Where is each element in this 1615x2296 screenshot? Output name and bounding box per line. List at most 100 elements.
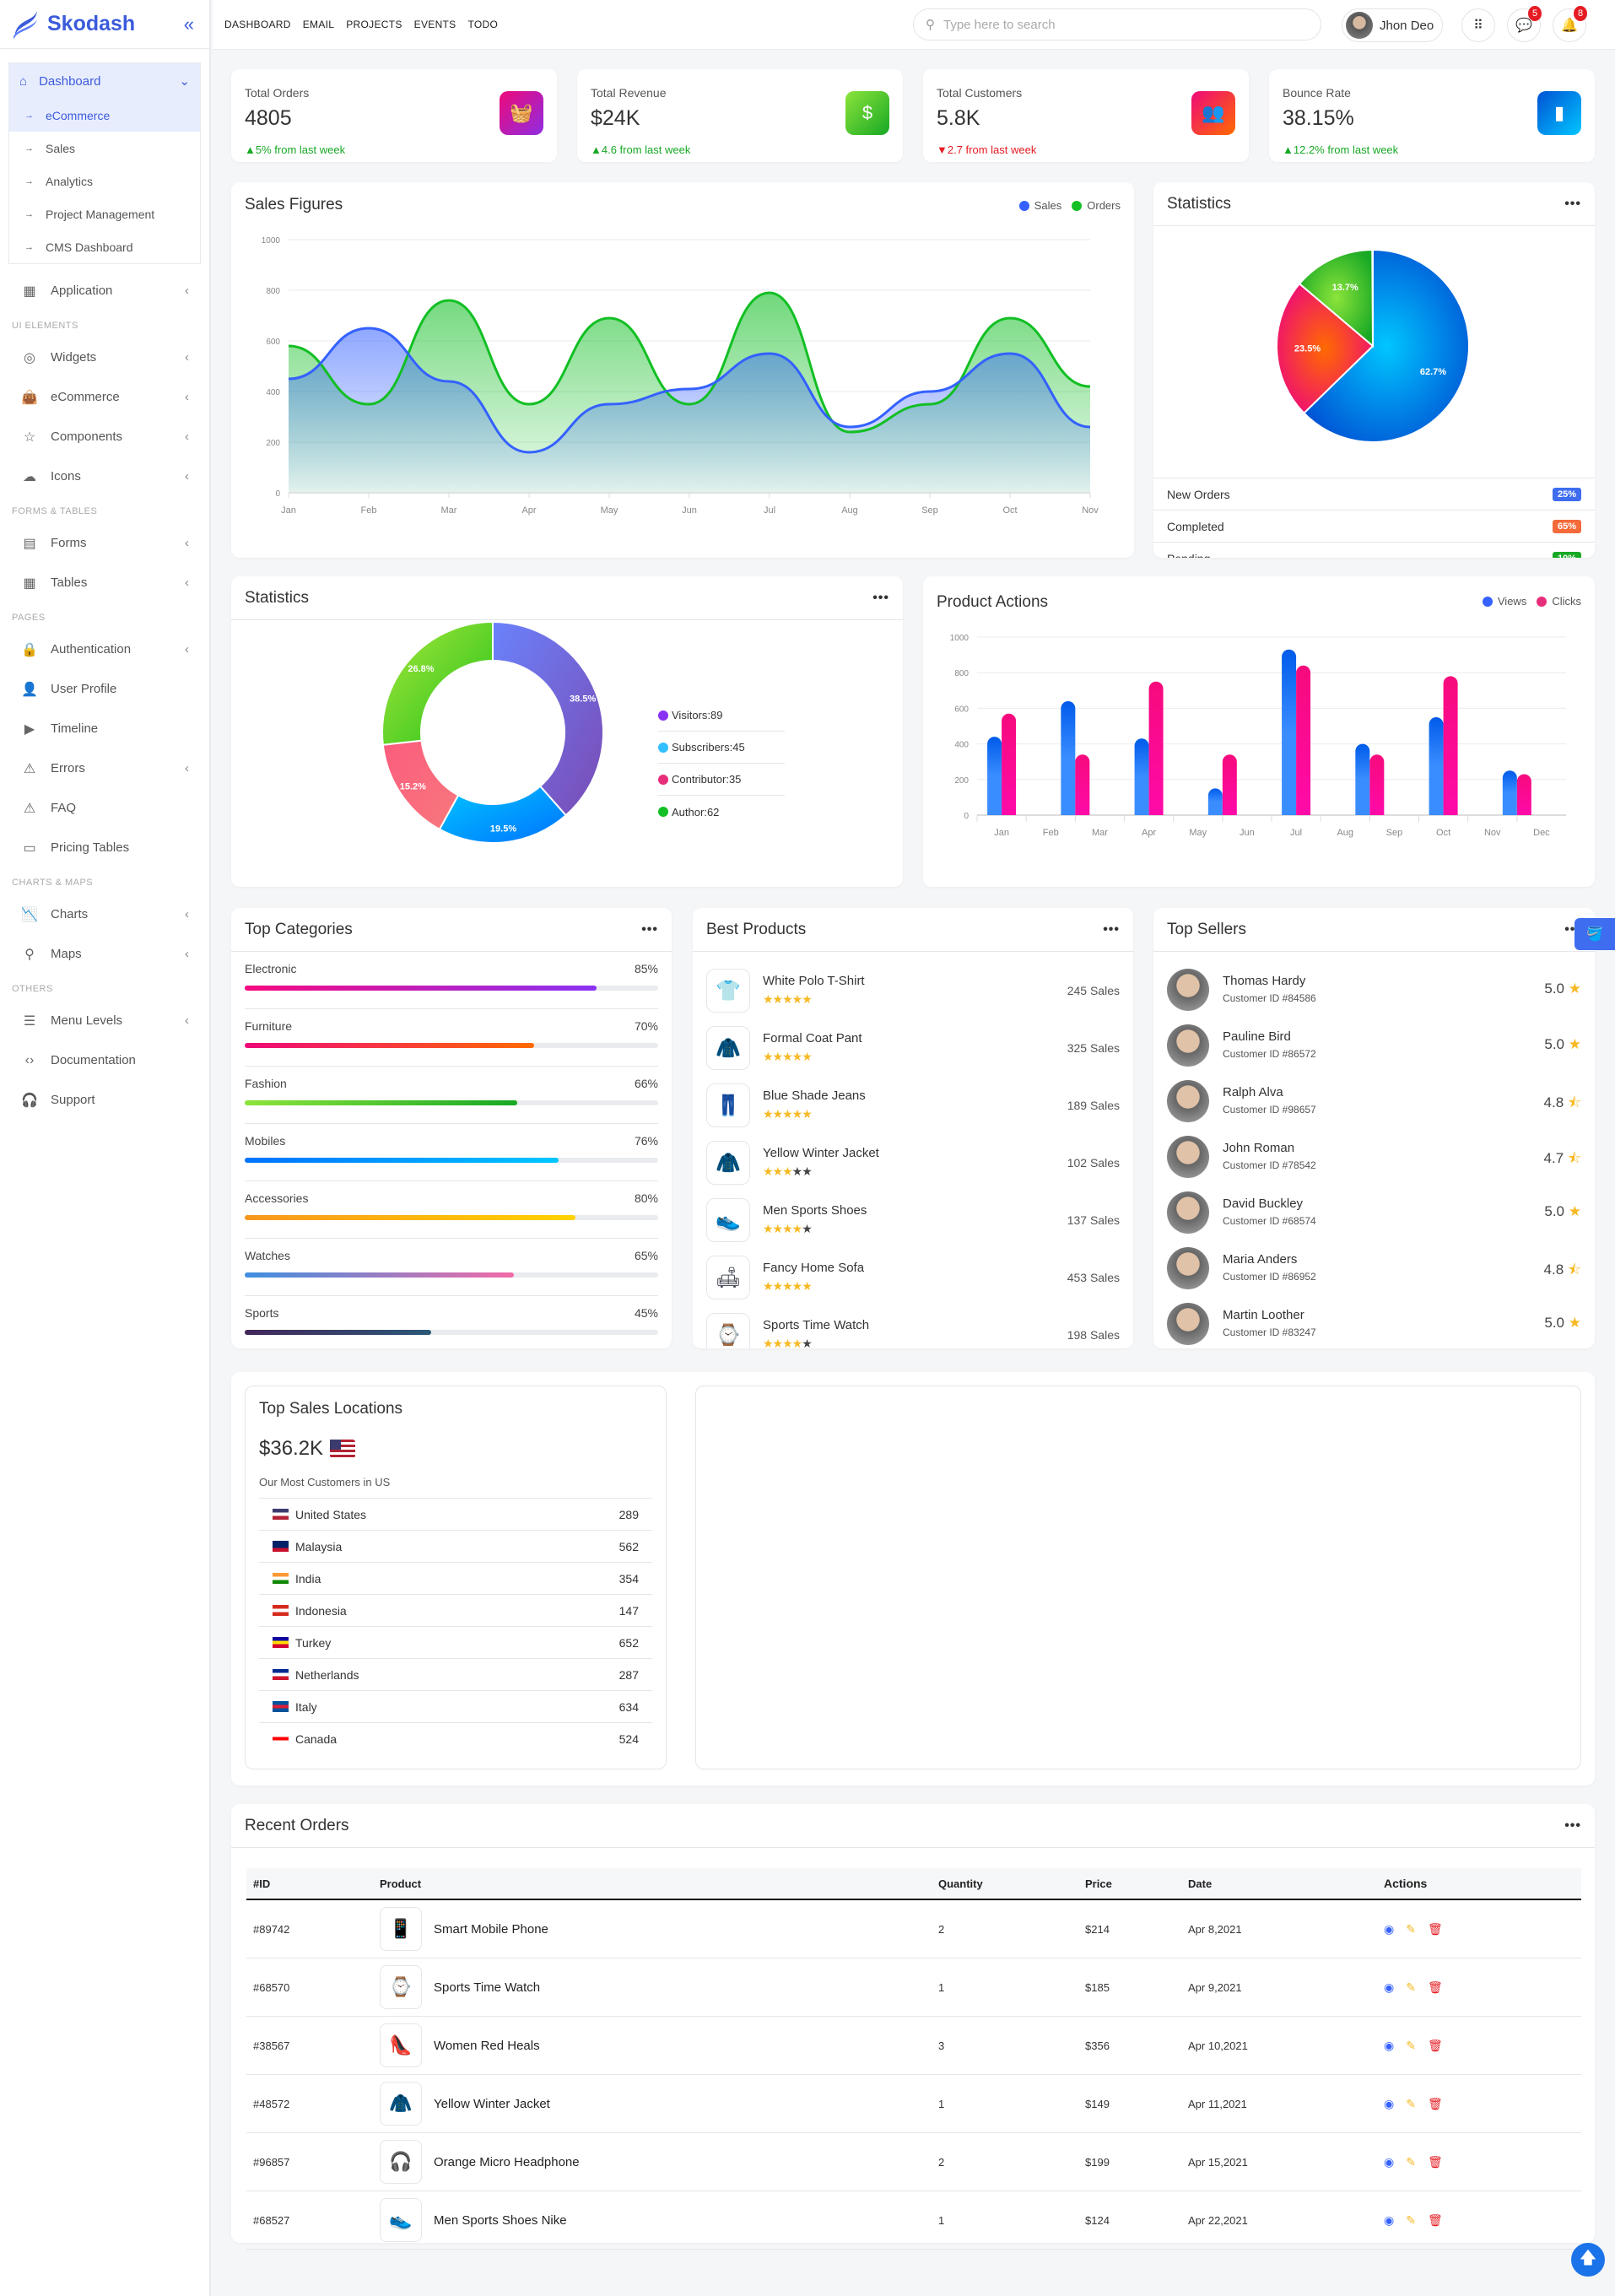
delete-icon[interactable]: 🗑 [1428, 1922, 1443, 1937]
table-icon: ▦ [23, 575, 36, 591]
seller-item[interactable]: David Buckley Customer ID #68574 5.0 ★ [1167, 1191, 1581, 1247]
sidebar-item-user-profile[interactable]: 👤 User Profile [8, 669, 201, 709]
sidebar-item-menu-levels[interactable]: ☰ Menu Levels ‹ [8, 1001, 201, 1040]
more-options-icon[interactable]: ••• [872, 591, 889, 606]
sidebar-item-documentation[interactable]: ‹› Documentation [8, 1040, 201, 1080]
product-name: Smart Mobile Phone [434, 1921, 548, 1937]
sidebar-subitem[interactable]: → CMS Dashboard [9, 230, 200, 263]
order-date: Apr 9,2021 [1188, 1980, 1242, 1994]
product-thumbnail: 🧥 [380, 2082, 422, 2126]
stat-label: Pending [1167, 552, 1210, 559]
edit-icon[interactable]: ✎ [1406, 2213, 1416, 2228]
edit-icon[interactable]: ✎ [1406, 2097, 1416, 2111]
category-name: Furniture [245, 1019, 293, 1033]
avatar [1167, 1247, 1209, 1289]
seller-item[interactable]: Martin Loother Customer ID #83247 5.0 ★ [1167, 1303, 1581, 1348]
theme-customizer-button[interactable]: 🪣 [1574, 918, 1615, 950]
sidebar-item-tables[interactable]: ▦ Tables ‹ [8, 563, 201, 602]
card-header: Recent Orders ••• [231, 1804, 1595, 1848]
delete-icon[interactable]: 🗑 [1428, 2213, 1443, 2228]
legend-count: 89 [710, 709, 723, 721]
delete-icon[interactable]: 🗑 [1428, 1980, 1443, 1995]
topnav-link[interactable]: DASHBOARD [224, 19, 291, 30]
sidebar-item-support[interactable]: 🎧 Support [8, 1080, 201, 1120]
sidebar-item-authentication[interactable]: 🔒 Authentication ‹ [8, 629, 201, 669]
y-tick-label: 800 [266, 287, 280, 296]
view-icon[interactable]: ◉ [1384, 2155, 1394, 2169]
more-options-icon[interactable]: ••• [1103, 922, 1120, 937]
delete-icon[interactable]: 🗑 [1428, 2155, 1443, 2169]
product-name: Men Sports Shoes [763, 1203, 867, 1218]
logo[interactable]: Skodash « [0, 0, 209, 49]
sidebar-item-errors[interactable]: ⚠ Errors ‹ [8, 748, 201, 788]
seller-customer-id: Customer ID #68574 [1223, 1215, 1316, 1227]
pricing-icon: ▭ [23, 840, 36, 856]
legend-count: 45 [732, 741, 745, 754]
more-options-icon[interactable]: ••• [641, 922, 658, 937]
product-item[interactable]: ⌚ Sports Time Watch ★★★★★ 198 Sales [706, 1313, 1120, 1348]
more-options-icon[interactable]: ••• [1564, 197, 1581, 212]
edit-icon[interactable]: ✎ [1406, 1980, 1416, 1995]
product-item[interactable]: 👕 White Polo T-Shirt ★★★★★ 245 Sales [706, 969, 1120, 1026]
apps-button[interactable]: ⠿ [1461, 8, 1495, 42]
product-item[interactable]: 👟 Men Sports Shoes ★★★★★ 137 Sales [706, 1198, 1120, 1256]
sidebar-item-forms[interactable]: ▤ Forms ‹ [8, 523, 201, 563]
topnav-link[interactable]: EMAIL [303, 19, 335, 30]
product-name: Sports Time Watch [434, 1980, 541, 1995]
table-row: #48572 🧥 Yellow Winter Jacket 1 $149 Apr … [246, 2075, 1581, 2133]
view-icon[interactable]: ◉ [1384, 2213, 1394, 2228]
sidebar-item-timeline[interactable]: ▶ Timeline [8, 709, 201, 748]
sidebar-item-application[interactable]: ▦ Application ‹ [8, 271, 201, 311]
star-half-icon: ⯪ [1567, 1150, 1581, 1166]
product-item[interactable]: 🧥 Formal Coat Pant ★★★★★ 325 Sales [706, 1026, 1120, 1083]
topnav-link[interactable]: TODO [467, 19, 498, 30]
delete-icon[interactable]: 🗑 [1428, 2097, 1443, 2111]
topnav-link[interactable]: EVENTS [414, 19, 456, 30]
sidebar-subitem[interactable]: → Sales [9, 132, 200, 165]
product-item[interactable]: 👖 Blue Shade Jeans ★★★★★ 189 Sales [706, 1083, 1120, 1141]
sidebar-item-dashboard[interactable]: ⌂ Dashboard ⌄ [9, 63, 200, 99]
edit-icon[interactable]: ✎ [1406, 2155, 1416, 2169]
search-input[interactable]: ⚲ Type here to search [913, 8, 1321, 41]
sidebar-item-components[interactable]: ☆ Components ‹ [8, 417, 201, 456]
sidebar-item-icons[interactable]: ☁ Icons ‹ [8, 456, 201, 496]
view-icon[interactable]: ◉ [1384, 2097, 1394, 2111]
donut-legend-item: Visitors:89 [658, 700, 785, 732]
rating-value: 5.0 [1544, 1315, 1565, 1331]
sidebar-item-maps[interactable]: ⚲ Maps ‹ [8, 934, 201, 974]
topnav-link[interactable]: PROJECTS [346, 19, 402, 30]
sidebar-subitem[interactable]: → eCommerce [9, 99, 200, 132]
sidebar-item-faq[interactable]: ⚠ FAQ [8, 788, 201, 828]
flag-icon [273, 1541, 289, 1552]
sidebar-item-pricing-tables[interactable]: ▭ Pricing Tables [8, 828, 201, 867]
product-item[interactable]: 🛋 Fancy Home Sofa ★★★★★ 453 Sales [706, 1256, 1120, 1313]
seller-item[interactable]: Maria Anders Customer ID #86952 4.8 ⯪ [1167, 1247, 1581, 1303]
sidebar-item-widgets[interactable]: ◎ Widgets ‹ [8, 338, 201, 377]
messages-button[interactable]: 💬 5 [1507, 6, 1542, 42]
sidebar-subitem[interactable]: → Project Management [9, 197, 200, 230]
seller-item[interactable]: John Roman Customer ID #78542 4.7 ⯪ [1167, 1136, 1581, 1191]
back-to-top-button[interactable]: 🡅 [1571, 2243, 1605, 2277]
bar-clicks [1002, 713, 1017, 815]
us-flag-icon [330, 1440, 356, 1458]
seller-item[interactable]: Thomas Hardy Customer ID #84586 5.0 ★ [1167, 969, 1581, 1024]
view-icon[interactable]: ◉ [1384, 1980, 1394, 1995]
sidebar-item-charts[interactable]: 📉 Charts ‹ [8, 894, 201, 934]
chevron-left-icon: ‹ [185, 907, 189, 921]
edit-icon[interactable]: ✎ [1406, 2039, 1416, 2053]
delete-icon[interactable]: 🗑 [1428, 2039, 1443, 2053]
header-date: Date [1188, 1877, 1213, 1890]
edit-icon[interactable]: ✎ [1406, 1922, 1416, 1937]
bar-clicks [1222, 754, 1237, 815]
view-icon[interactable]: ◉ [1384, 1922, 1394, 1937]
more-options-icon[interactable]: ••• [1564, 1818, 1581, 1834]
view-icon[interactable]: ◉ [1384, 2039, 1394, 2053]
seller-item[interactable]: Ralph Alva Customer ID #98657 4.8 ⯪ [1167, 1080, 1581, 1136]
collapse-sidebar-icon[interactable]: « [184, 14, 194, 35]
sidebar-item-ecommerce[interactable]: 👜 eCommerce ‹ [8, 377, 201, 417]
product-item[interactable]: 🧥 Yellow Winter Jacket ★★★★★ 102 Sales [706, 1141, 1120, 1198]
seller-item[interactable]: Pauline Bird Customer ID #86572 5.0 ★ [1167, 1024, 1581, 1080]
user-menu[interactable]: Jhon Deo [1342, 8, 1443, 42]
sidebar-subitem[interactable]: → Analytics [9, 165, 200, 197]
notifications-button[interactable]: 🔔 8 [1553, 6, 1587, 42]
